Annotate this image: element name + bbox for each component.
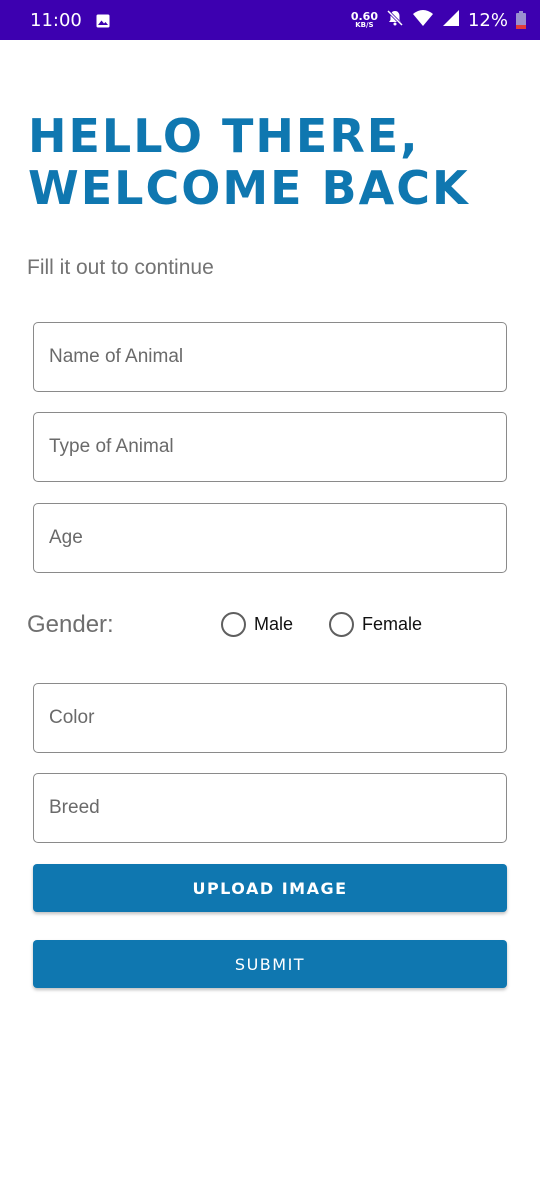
age-field[interactable] [33, 503, 507, 573]
gender-female-radio[interactable]: Female [329, 612, 422, 637]
mute-bell-icon [386, 9, 404, 31]
radio-circle-icon[interactable] [221, 612, 246, 637]
age-input[interactable] [49, 527, 506, 549]
net-speed-unit: KB/S [355, 21, 374, 29]
battery-icon [516, 11, 526, 29]
breed-input[interactable] [49, 797, 506, 819]
subtitle: Fill it out to continue [27, 256, 214, 279]
gender-female-label: Female [362, 614, 423, 634]
color-input[interactable] [49, 707, 506, 729]
animal-type-field[interactable] [33, 412, 507, 482]
page-title-line2: Welcome Back [28, 161, 470, 215]
page-title-line1: Hello there, [28, 109, 420, 163]
submit-button[interactable]: SUBMIT [33, 940, 507, 988]
radio-circle-icon[interactable] [329, 612, 354, 637]
gender-label: Gender: [27, 611, 114, 638]
upload-image-button[interactable]: UPLOAD IMAGE [33, 864, 507, 912]
wifi-icon [412, 9, 434, 31]
breed-field[interactable] [33, 773, 507, 843]
animal-name-input[interactable] [49, 346, 506, 368]
color-field[interactable] [33, 683, 507, 753]
gender-male-label: Male [254, 614, 294, 634]
page-title: Hello there, Welcome Back [28, 110, 508, 214]
status-time: 11:00 [30, 9, 82, 31]
net-speed: 0.60 KB/S [351, 11, 378, 29]
animal-type-input[interactable] [49, 436, 506, 458]
animal-name-field[interactable] [33, 322, 507, 392]
image-icon [96, 13, 110, 28]
battery-percent: 12% [467, 9, 508, 31]
gender-male-radio[interactable]: Male [221, 612, 293, 637]
signal-icon [442, 9, 460, 31]
status-bar: 11:00 0.60 KB/S 12% [0, 0, 540, 40]
